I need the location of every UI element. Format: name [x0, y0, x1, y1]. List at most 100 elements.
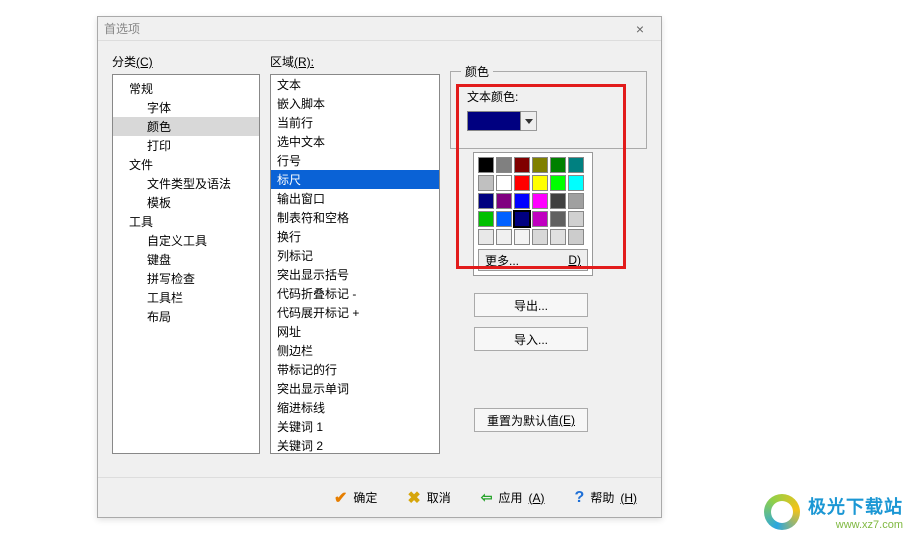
question-icon: ?	[575, 489, 585, 507]
palette-swatch[interactable]	[568, 229, 584, 245]
category-item[interactable]: 打印	[113, 136, 259, 155]
import-button[interactable]: 导入...	[474, 327, 588, 351]
category-item[interactable]: 键盘	[113, 250, 259, 269]
watermark-url: www.xz7.com	[808, 519, 903, 531]
region-item[interactable]: 带标记的行	[271, 360, 439, 379]
region-column: 区域(R): 文本嵌入脚本当前行选中文本行号标尺输出窗口制表符和空格换行列标记突…	[270, 53, 440, 454]
palette-swatch[interactable]	[568, 157, 584, 173]
region-listbox[interactable]: 文本嵌入脚本当前行选中文本行号标尺输出窗口制表符和空格换行列标记突出显示括号代码…	[270, 74, 440, 454]
apply-button[interactable]: ⇦ 应用(A)	[477, 487, 549, 508]
right-column: 颜色 文本颜色: 更多... D)	[450, 53, 647, 454]
text-color-dropdown[interactable]	[467, 111, 537, 131]
palette-swatch[interactable]	[514, 157, 530, 173]
palette-swatch[interactable]	[532, 157, 548, 173]
text-color-label: 文本颜色:	[467, 88, 636, 105]
palette-swatch[interactable]	[478, 157, 494, 173]
palette-swatch[interactable]	[532, 193, 548, 209]
region-item[interactable]: 文本	[271, 75, 439, 94]
category-item[interactable]: 布局	[113, 307, 259, 326]
dialog-body: 分类(C) 常规字体颜色打印文件文件类型及语法模板工具自定义工具键盘拼写检查工具…	[98, 41, 661, 454]
palette-swatch[interactable]	[478, 175, 494, 191]
palette-swatch[interactable]	[550, 229, 566, 245]
region-item[interactable]: 关键词 1	[271, 417, 439, 436]
watermark-brand: 极光下载站	[808, 493, 903, 519]
export-button[interactable]: 导出...	[474, 293, 588, 317]
category-item[interactable]: 模板	[113, 193, 259, 212]
palette-swatch[interactable]	[532, 211, 548, 227]
category-item[interactable]: 颜色	[113, 117, 259, 136]
region-item[interactable]: 侧边栏	[271, 341, 439, 360]
region-list: 文本嵌入脚本当前行选中文本行号标尺输出窗口制表符和空格换行列标记突出显示括号代码…	[271, 75, 439, 453]
preferences-dialog: 首选项 × 分类(C) 常规字体颜色打印文件文件类型及语法模板工具自定义工具键盘…	[97, 16, 662, 518]
palette-swatch[interactable]	[568, 193, 584, 209]
reset-defaults-button[interactable]: 重置为默认值(E)	[474, 408, 588, 432]
titlebar[interactable]: 首选项 ×	[98, 17, 661, 41]
color-palette-popup: 更多... D)	[473, 152, 593, 276]
watermark: 极光下载站 www.xz7.com	[764, 493, 903, 531]
palette-swatch[interactable]	[478, 193, 494, 209]
region-item[interactable]: 代码折叠标记 -	[271, 284, 439, 303]
region-item[interactable]: 代码展开标记 +	[271, 303, 439, 322]
palette-swatch[interactable]	[478, 211, 494, 227]
arrow-left-icon: ⇦	[481, 489, 493, 506]
region-item[interactable]: 行号	[271, 151, 439, 170]
category-item[interactable]: 文件	[113, 155, 259, 174]
check-icon: ✔	[334, 488, 347, 508]
category-tree[interactable]: 常规字体颜色打印文件文件类型及语法模板工具自定义工具键盘拼写检查工具栏布局	[112, 74, 260, 454]
close-icon[interactable]: ×	[625, 19, 655, 39]
category-item[interactable]: 工具	[113, 212, 259, 231]
category-item[interactable]: 工具栏	[113, 288, 259, 307]
palette-swatch[interactable]	[550, 175, 566, 191]
region-item[interactable]: 网址	[271, 322, 439, 341]
region-item[interactable]: 列标记	[271, 246, 439, 265]
category-item[interactable]: 常规	[113, 79, 259, 98]
region-item[interactable]: 关键词 2	[271, 436, 439, 453]
category-item[interactable]: 自定义工具	[113, 231, 259, 250]
region-item[interactable]: 换行	[271, 227, 439, 246]
palette-swatch[interactable]	[496, 193, 512, 209]
category-label: 分类(C)	[112, 53, 260, 70]
side-buttons: 导出... 导入...	[474, 293, 588, 351]
palette-swatch[interactable]	[496, 211, 512, 227]
palette-grid[interactable]	[478, 157, 588, 245]
region-item[interactable]: 缩进标线	[271, 398, 439, 417]
dropdown-button[interactable]	[521, 111, 537, 131]
category-item[interactable]: 字体	[113, 98, 259, 117]
dialog-footer: ✔ 确定 ✖ 取消 ⇦ 应用(A) ? 帮助(H)	[98, 477, 661, 517]
palette-swatch[interactable]	[550, 193, 566, 209]
region-label: 区域(R):	[270, 53, 440, 70]
palette-swatch[interactable]	[568, 211, 584, 227]
palette-swatch[interactable]	[496, 157, 512, 173]
region-item[interactable]: 输出窗口	[271, 189, 439, 208]
palette-swatch[interactable]	[532, 229, 548, 245]
palette-swatch[interactable]	[532, 175, 548, 191]
palette-swatch[interactable]	[478, 229, 494, 245]
palette-swatch[interactable]	[550, 157, 566, 173]
palette-swatch[interactable]	[514, 211, 530, 227]
current-color-swatch	[467, 111, 521, 131]
palette-swatch[interactable]	[550, 211, 566, 227]
palette-swatch[interactable]	[514, 193, 530, 209]
region-item[interactable]: 选中文本	[271, 132, 439, 151]
dialog-title: 首选项	[104, 20, 140, 37]
ok-button[interactable]: ✔ 确定	[330, 486, 381, 510]
region-item[interactable]: 嵌入脚本	[271, 94, 439, 113]
region-item[interactable]: 标尺	[271, 170, 439, 189]
region-item[interactable]: 制表符和空格	[271, 208, 439, 227]
chevron-down-icon	[525, 119, 533, 124]
palette-swatch[interactable]	[496, 175, 512, 191]
region-item[interactable]: 突出显示括号	[271, 265, 439, 284]
x-icon: ✖	[407, 488, 420, 508]
category-item[interactable]: 拼写检查	[113, 269, 259, 288]
watermark-logo-icon	[764, 494, 800, 530]
palette-swatch[interactable]	[568, 175, 584, 191]
more-colors-button[interactable]: 更多... D)	[478, 249, 588, 271]
palette-swatch[interactable]	[496, 229, 512, 245]
region-item[interactable]: 当前行	[271, 113, 439, 132]
cancel-button[interactable]: ✖ 取消	[403, 486, 454, 510]
palette-swatch[interactable]	[514, 175, 530, 191]
palette-swatch[interactable]	[514, 229, 530, 245]
region-item[interactable]: 突出显示单词	[271, 379, 439, 398]
help-button[interactable]: ? 帮助(H)	[571, 487, 641, 509]
category-item[interactable]: 文件类型及语法	[113, 174, 259, 193]
